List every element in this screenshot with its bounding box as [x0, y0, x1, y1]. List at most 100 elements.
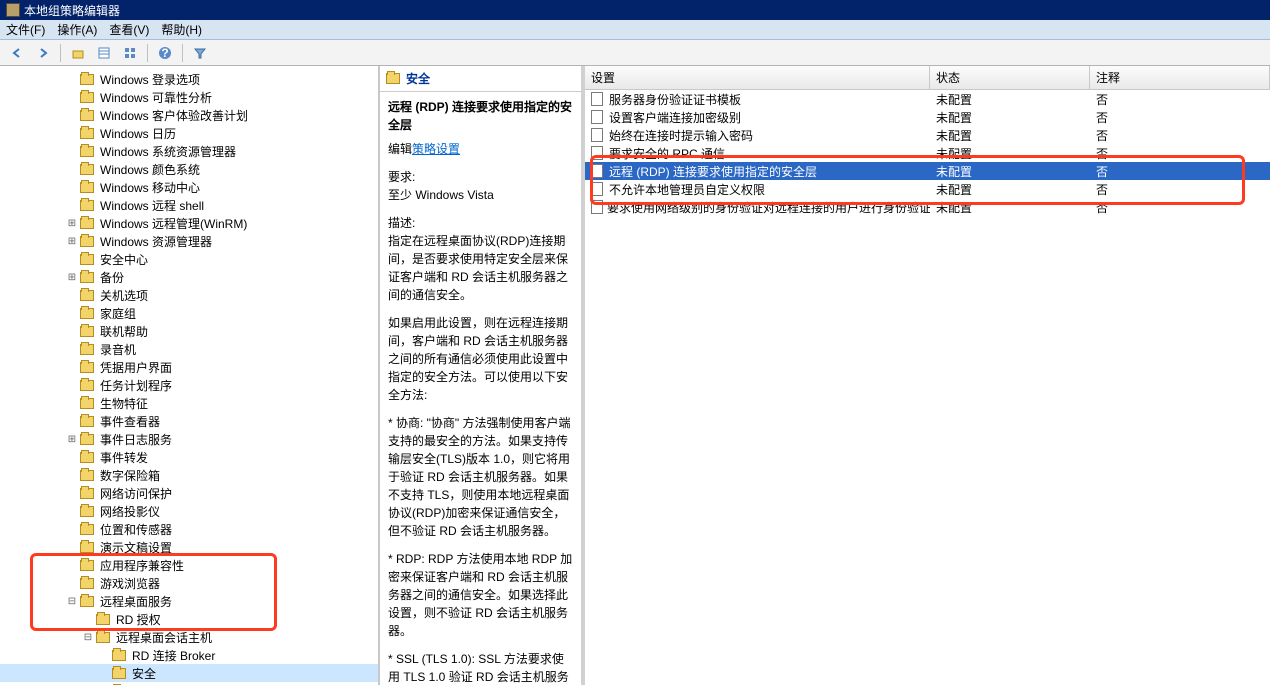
- list-row[interactable]: 远程 (RDP) 连接要求使用指定的安全层未配置否: [585, 162, 1270, 180]
- expand-icon[interactable]: ⊞: [64, 272, 80, 283]
- tree-item[interactable]: ⊞Windows 远程管理(WinRM): [0, 214, 378, 232]
- help-button[interactable]: ?: [154, 43, 176, 63]
- tree-item[interactable]: Windows 可靠性分析: [0, 88, 378, 106]
- folder-icon: [80, 92, 94, 103]
- tree-item[interactable]: 游戏浏览器: [0, 574, 378, 592]
- tree-item[interactable]: Windows 客户体验改善计划: [0, 106, 378, 124]
- menu-file[interactable]: 文件(F): [6, 21, 45, 38]
- cell-setting: 不允许本地管理员自定义权限: [609, 181, 765, 198]
- tree-item[interactable]: 演示文稿设置: [0, 538, 378, 556]
- tree-pane[interactable]: Windows 登录选项Windows 可靠性分析Windows 客户体验改善计…: [0, 66, 380, 685]
- tree-item[interactable]: Windows 系统资源管理器: [0, 142, 378, 160]
- folder-icon: [80, 398, 94, 409]
- desc-header: 安全: [380, 66, 581, 92]
- right-pane: 安全 远程 (RDP) 连接要求使用指定的安全层 编辑策略设置 要求:至少 Wi…: [380, 66, 1270, 685]
- tree-item-label: Windows 移动中心: [98, 179, 202, 196]
- tree-item-label: 安全: [130, 665, 158, 682]
- col-header-state[interactable]: 状态: [930, 66, 1090, 89]
- tree-item[interactable]: 生物特征: [0, 394, 378, 412]
- tree-item[interactable]: 凭据用户界面: [0, 358, 378, 376]
- folder-icon: [80, 596, 94, 607]
- col-header-setting[interactable]: 设置: [585, 66, 930, 89]
- folder-icon: [112, 668, 126, 679]
- folder-icon: [80, 290, 94, 301]
- cell-note: 否: [1090, 145, 1270, 162]
- filter-button[interactable]: [189, 43, 211, 63]
- tree-item[interactable]: 关机选项: [0, 286, 378, 304]
- expand-icon[interactable]: ⊞: [64, 434, 80, 445]
- tree-item[interactable]: 数字保险箱: [0, 466, 378, 484]
- menu-view[interactable]: 查看(V): [109, 21, 149, 38]
- cell-state: 未配置: [930, 181, 1090, 198]
- tree-item[interactable]: 安全中心: [0, 250, 378, 268]
- expand-icon[interactable]: ⊞: [64, 218, 80, 229]
- cell-setting: 始终在连接时提示输入密码: [609, 127, 753, 144]
- tree-item-label: 联机帮助: [98, 323, 150, 340]
- tree-item[interactable]: RD 授权: [0, 610, 378, 628]
- tree-item-label: Windows 日历: [98, 125, 178, 142]
- tree-item-label: Windows 系统资源管理器: [98, 143, 238, 160]
- cell-setting: 要求安全的 RPC 通信: [609, 145, 725, 162]
- tree-item[interactable]: Windows 颜色系统: [0, 160, 378, 178]
- col-header-note[interactable]: 注释: [1090, 66, 1270, 89]
- tree-item[interactable]: ⊟远程桌面会话主机: [0, 628, 378, 646]
- tree-item[interactable]: 录音机: [0, 340, 378, 358]
- tree-item[interactable]: Windows 登录选项: [0, 70, 378, 88]
- tree-item[interactable]: Windows 日历: [0, 124, 378, 142]
- tree-item[interactable]: 事件转发: [0, 448, 378, 466]
- tree-item-label: 网络访问保护: [98, 485, 174, 502]
- edit-policy-link[interactable]: 策略设置: [412, 142, 460, 156]
- folder-icon: [96, 614, 110, 625]
- forward-button[interactable]: [32, 43, 54, 63]
- expand-icon[interactable]: ⊞: [64, 236, 80, 247]
- tree-item[interactable]: 任务计划程序: [0, 376, 378, 394]
- cell-state: 未配置: [930, 145, 1090, 162]
- app-icon: [6, 3, 20, 17]
- tree-item[interactable]: 应用程序兼容性: [0, 556, 378, 574]
- tree-item[interactable]: Windows 移动中心: [0, 178, 378, 196]
- description-pane: 安全 远程 (RDP) 连接要求使用指定的安全层 编辑策略设置 要求:至少 Wi…: [380, 66, 585, 685]
- tree-item[interactable]: 家庭组: [0, 304, 378, 322]
- list-row[interactable]: 不允许本地管理员自定义权限未配置否: [585, 180, 1270, 198]
- list-body[interactable]: 服务器身份验证证书模板未配置否设置客户端连接加密级别未配置否始终在连接时提示输入…: [585, 90, 1270, 685]
- tree-item[interactable]: ⊟远程桌面服务: [0, 592, 378, 610]
- desc-body: 远程 (RDP) 连接要求使用指定的安全层 编辑策略设置 要求:至少 Windo…: [380, 92, 581, 685]
- policy-icon: [591, 164, 605, 178]
- list-row[interactable]: 要求安全的 RPC 通信 未配置否: [585, 144, 1270, 162]
- tree-item[interactable]: 安全: [0, 664, 378, 682]
- tree-item[interactable]: ⊞Windows 资源管理器: [0, 232, 378, 250]
- tree-item[interactable]: ⊞ 事件日志服务: [0, 430, 378, 448]
- cell-setting: 要求使用网络级别的身份验证对远程连接的用户进行身份验证: [607, 199, 930, 216]
- tree-item[interactable]: 事件查看器: [0, 412, 378, 430]
- menu-action[interactable]: 操作(A): [57, 21, 97, 38]
- folder-icon: [112, 650, 126, 661]
- list-row[interactable]: 服务器身份验证证书模板未配置否: [585, 90, 1270, 108]
- up-button[interactable]: [67, 43, 89, 63]
- tree-item-label: Windows 颜色系统: [98, 161, 202, 178]
- collapse-icon[interactable]: ⊟: [80, 632, 96, 643]
- list-row[interactable]: 要求使用网络级别的身份验证对远程连接的用户进行身份验证未配置否: [585, 198, 1270, 216]
- cell-setting: 远程 (RDP) 连接要求使用指定的安全层: [609, 163, 817, 180]
- tree-item[interactable]: 网络访问保护: [0, 484, 378, 502]
- cell-note: 否: [1090, 127, 1270, 144]
- tree-item[interactable]: 网络投影仪: [0, 502, 378, 520]
- tree-item[interactable]: RD 连接 Broker: [0, 646, 378, 664]
- list-row[interactable]: 始终在连接时提示输入密码未配置否: [585, 126, 1270, 144]
- details-button[interactable]: [93, 43, 115, 63]
- tree-item[interactable]: Windows 远程 shell: [0, 196, 378, 214]
- folder-icon: [80, 452, 94, 463]
- folder-icon: [80, 272, 94, 283]
- tree-item[interactable]: 联机帮助: [0, 322, 378, 340]
- folder-icon: [80, 254, 94, 265]
- tree-item[interactable]: ⊞备份: [0, 268, 378, 286]
- list-button[interactable]: [119, 43, 141, 63]
- back-button[interactable]: [6, 43, 28, 63]
- tree-item-label: 凭据用户界面: [98, 359, 174, 376]
- tree-item-label: 演示文稿设置: [98, 539, 174, 556]
- tree-item-label: Windows 可靠性分析: [98, 89, 214, 106]
- menu-help[interactable]: 帮助(H): [161, 21, 202, 38]
- tree-item-label: 事件日志服务: [98, 431, 174, 448]
- list-row[interactable]: 设置客户端连接加密级别未配置否: [585, 108, 1270, 126]
- tree-item[interactable]: 位置和传感器: [0, 520, 378, 538]
- collapse-icon[interactable]: ⊟: [64, 596, 80, 607]
